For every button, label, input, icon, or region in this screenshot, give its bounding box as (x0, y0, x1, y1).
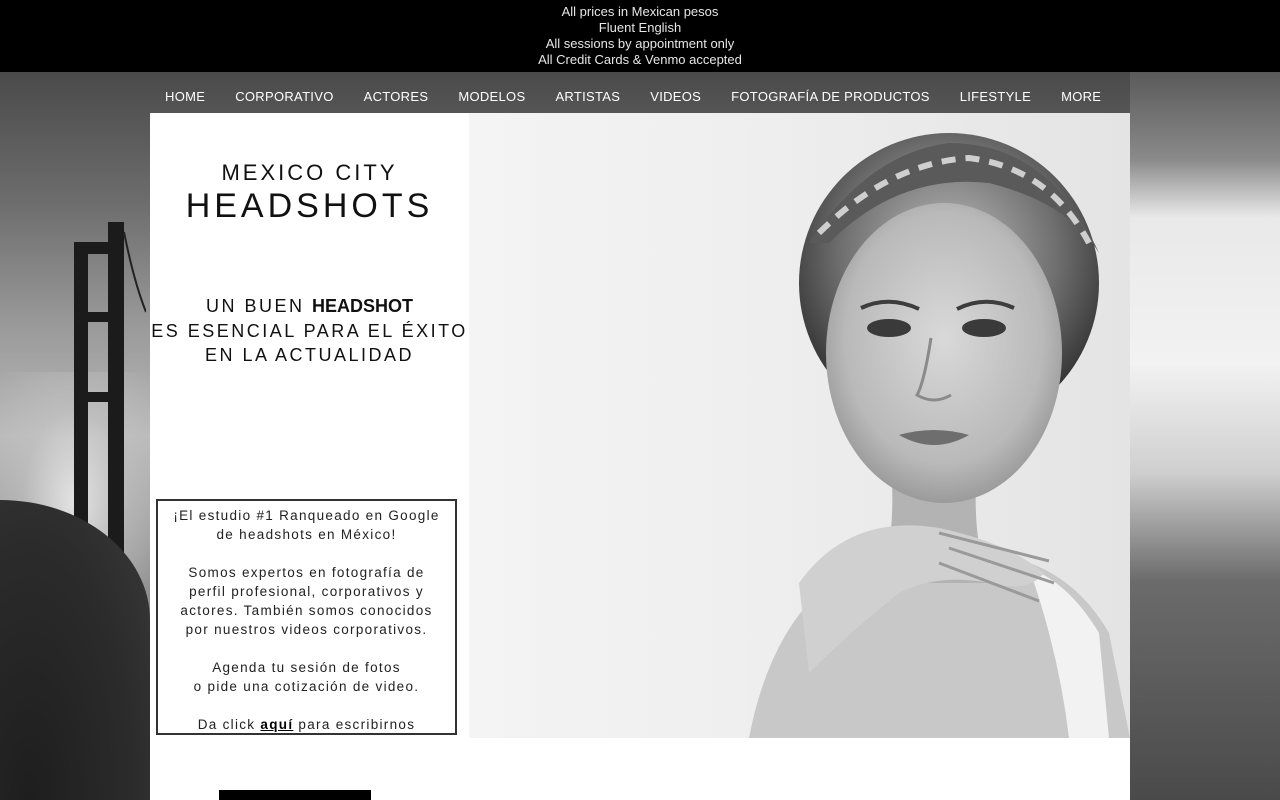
main-card: MEXICO CITY HEADSHOTS UN BUEN HEADSHOT E… (150, 113, 1130, 800)
nav-item-more[interactable]: MORE (1046, 86, 1116, 110)
nav-item-lifestyle[interactable]: LIFESTYLE (945, 86, 1046, 110)
info-line-appointment: All sessions by appointment only (545, 36, 735, 51)
nav-item-fotografia-productos[interactable]: FOTOGRAFÍA DE PRODUCTOS (716, 86, 945, 110)
nav-item-actores[interactable]: ACTORES (349, 86, 444, 110)
info-box-text: ¡El estudio #1 Ranqueado en Google (173, 508, 440, 523)
contact-link[interactable]: aquí (260, 717, 293, 732)
info-box-text: Somos expertos en fotografía de (188, 565, 425, 580)
info-line-english: Fluent English (598, 20, 682, 35)
contact-line: Da click aquí para escribirnos (158, 715, 455, 734)
nav-item-corporativo[interactable]: CORPORATIVO (220, 86, 348, 110)
info-box-text: actores. También somos conocidos (180, 603, 433, 618)
nav-item-modelos[interactable]: MODELOS (443, 86, 540, 110)
info-box-text: perfil profesional, corporativos y (189, 584, 424, 599)
nav-item-artistas[interactable]: ARTISTAS (540, 86, 635, 110)
info-box-text: Agenda tu sesión de fotos (212, 660, 401, 675)
tagline-prefix: UN BUEN (205, 296, 312, 316)
info-box-text: de headshots en México! (216, 527, 397, 542)
hero-title-line1: MEXICO CITY (221, 160, 398, 185)
nav-item-videos[interactable]: VIDEOS (635, 86, 716, 110)
tagline-line1: UN BUEN HEADSHOT (150, 294, 469, 319)
nav-item-home[interactable]: HOME (150, 86, 220, 110)
hero-tagline: UN BUEN HEADSHOT ES ESENCIAL PARA EL ÉXI… (150, 294, 469, 368)
background-fog-right (1130, 72, 1280, 800)
contact-prefix: Da click (197, 717, 261, 732)
tagline-line2: ES ESENCIAL PARA EL ÉXITO (151, 320, 468, 341)
hero-text-panel: MEXICO CITY HEADSHOTS UN BUEN HEADSHOT E… (150, 113, 469, 738)
info-line-prices: All prices in Mexican pesos (561, 4, 719, 19)
contact-suffix: para escribirnos (293, 717, 416, 732)
tagline-line3: EN LA ACTUALIDAD (204, 345, 415, 365)
portrait-photo-icon (749, 133, 1130, 738)
info-box-text: o pide una cotización de video. (193, 679, 420, 694)
info-bar: All prices in Mexican pesos Fluent Engli… (0, 0, 1280, 72)
hero-portrait-photo (469, 113, 1130, 738)
info-box-text: por nuestros videos corporativos. (185, 622, 428, 637)
cta-button[interactable] (219, 790, 371, 800)
info-line-payments: All Credit Cards & Venmo accepted (538, 52, 742, 67)
main-nav: HOME CORPORATIVO ACTORES MODELOS ARTISTA… (150, 86, 1130, 110)
hero-title-line2: HEADSHOTS (185, 187, 434, 225)
info-box: ¡El estudio #1 Ranqueado en Google de he… (156, 499, 457, 735)
tagline-bold: HEADSHOT (312, 296, 414, 316)
